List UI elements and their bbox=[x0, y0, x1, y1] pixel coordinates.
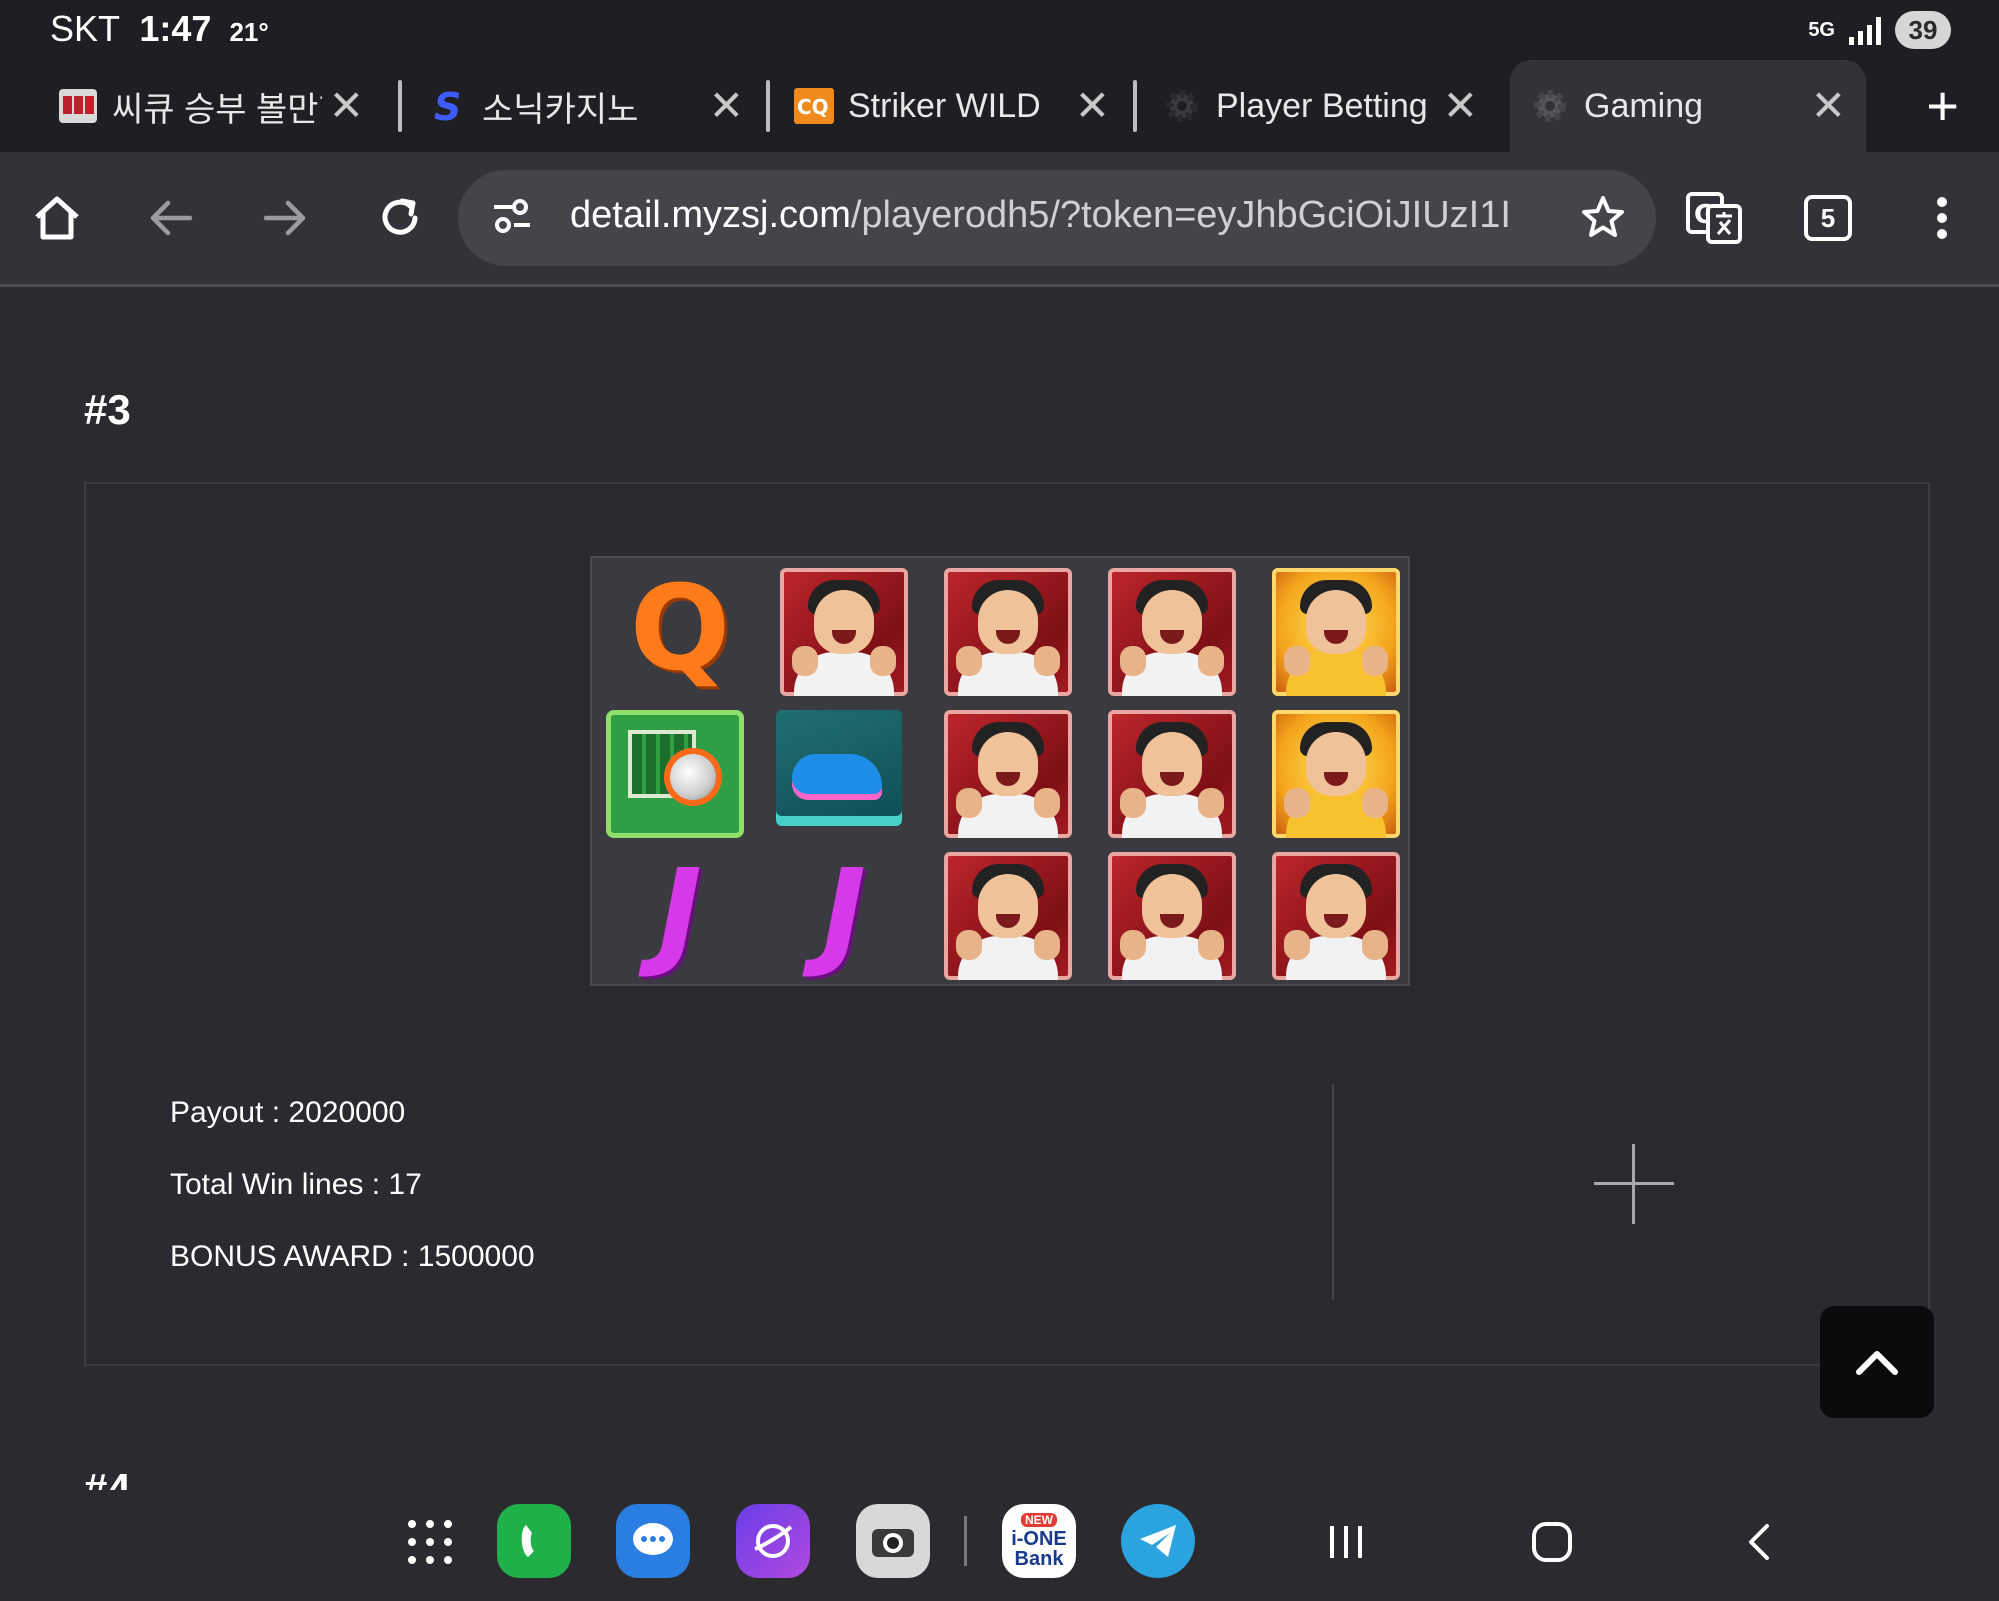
tab-gaming[interactable]: Gaming ✕ bbox=[1510, 60, 1866, 152]
tab-separator bbox=[766, 80, 770, 132]
i-one-bank-icon[interactable]: NEW i-ONE Bank bbox=[1002, 1504, 1076, 1578]
messages-icon[interactable] bbox=[616, 1504, 690, 1578]
toolbar-divider bbox=[0, 284, 1999, 287]
bank-label-1: i-ONE bbox=[1011, 1528, 1067, 1550]
clock: 1:47 bbox=[139, 8, 212, 49]
symbol-player-red bbox=[944, 710, 1072, 838]
tab-close-icon[interactable]: ✕ bbox=[1075, 82, 1110, 130]
symbol-player-red bbox=[944, 852, 1072, 980]
symbol-player-red bbox=[1108, 852, 1236, 980]
total-win-lines-text: Total Win lines : 17 bbox=[170, 1168, 422, 1201]
symbol-player-red bbox=[1108, 568, 1236, 696]
new-badge: NEW bbox=[1021, 1513, 1057, 1527]
symbol-j: J bbox=[658, 843, 702, 981]
svg-text:S: S bbox=[434, 86, 461, 126]
chevron-up-icon bbox=[1856, 1351, 1898, 1375]
battery-icon: 39 bbox=[1895, 11, 1951, 49]
symbol-q: Q bbox=[629, 559, 731, 697]
tab-label: Gaming bbox=[1584, 86, 1704, 125]
symbol-player-red bbox=[780, 568, 908, 696]
home-nav-icon[interactable] bbox=[1522, 1512, 1582, 1572]
camera-icon[interactable] bbox=[856, 1504, 930, 1578]
tab-close-icon[interactable]: ✕ bbox=[709, 82, 744, 130]
address-bar[interactable]: detail.myzsj.com/playerodh5/?token=eyJhb… bbox=[458, 170, 1656, 266]
bookmark-star-icon[interactable] bbox=[1580, 194, 1626, 245]
tab-ccq[interactable]: 씨큐 승부 볼만한 ✕ bbox=[58, 60, 378, 152]
tab-separator bbox=[1133, 80, 1137, 132]
recent-apps-icon[interactable] bbox=[1316, 1512, 1376, 1572]
payout-text: Payout : 2020000 bbox=[170, 1096, 406, 1129]
tab-switcher-button[interactable]: 5 bbox=[1798, 188, 1858, 248]
cq-icon: CQ bbox=[794, 86, 834, 126]
temperature: 21° bbox=[229, 17, 269, 47]
symbol-player-gold bbox=[1272, 710, 1400, 838]
svg-text:CQ: CQ bbox=[797, 95, 829, 119]
apps-grid-icon[interactable] bbox=[408, 1520, 452, 1564]
bank-label-2: Bank bbox=[1014, 1548, 1064, 1570]
symbol-player-gold bbox=[1272, 568, 1400, 696]
url-path: /playerodh5/?token=eyJhbGciOiJIUzI1I bbox=[850, 194, 1511, 236]
gear-icon bbox=[1530, 86, 1570, 126]
tab-count: 5 bbox=[1804, 195, 1852, 241]
taskbar: NEW i-ONE Bank bbox=[0, 1490, 1999, 1601]
tab-striker-wild[interactable]: CQ Striker WILD ✕ bbox=[794, 60, 1124, 152]
url-text[interactable]: detail.myzsj.com/playerodh5/?token=eyJhb… bbox=[570, 194, 1530, 237]
next-section-title: #4 bbox=[84, 1474, 131, 1490]
symbol-j: J bbox=[822, 843, 866, 981]
tab-label: 소닉카지노 bbox=[482, 90, 639, 129]
tab-label: Striker WILD bbox=[848, 86, 1041, 125]
reload-icon[interactable] bbox=[370, 188, 430, 248]
translate-icon[interactable]: G bbox=[1684, 188, 1744, 248]
home-icon[interactable] bbox=[27, 188, 87, 248]
tab-strip: 씨큐 승부 볼만한 ✕ S 소닉카지노 ✕ CQ Striker WILD ✕ … bbox=[0, 60, 1999, 152]
section-title: #3 bbox=[84, 386, 131, 433]
url-host: detail.myzsj.com bbox=[570, 194, 851, 236]
status-right: 5G 39 bbox=[1808, 10, 1951, 50]
tab-sonic-casino[interactable]: S 소닉카지노 ✕ bbox=[428, 60, 758, 152]
new-tab-button[interactable]: + bbox=[1926, 76, 1959, 136]
tab-close-icon[interactable]: ✕ bbox=[1811, 82, 1846, 130]
slot-machine-icon bbox=[58, 86, 98, 126]
vertical-divider bbox=[1332, 1084, 1334, 1300]
symbol-player-red bbox=[944, 568, 1072, 696]
tab-player-betting[interactable]: Player Betting ✕ bbox=[1162, 60, 1492, 152]
network-5g-icon: 5G bbox=[1808, 19, 1835, 41]
back-arrow-icon[interactable] bbox=[141, 188, 201, 248]
forward-arrow-icon[interactable] bbox=[255, 188, 315, 248]
status-left: SKT 1:47 21° bbox=[50, 8, 269, 50]
site-settings-icon[interactable] bbox=[490, 196, 534, 241]
browser-toolbar: detail.myzsj.com/playerodh5/?token=eyJhb… bbox=[0, 152, 1999, 284]
signal-icon bbox=[1849, 15, 1881, 45]
tab-label: Player Betting bbox=[1216, 86, 1426, 125]
status-bar: SKT 1:47 21° 5G 39 bbox=[0, 0, 1999, 60]
next-section-title-text: #4 bbox=[84, 1474, 131, 1490]
expand-plus-icon[interactable] bbox=[1594, 1144, 1674, 1224]
symbol-player-red bbox=[1108, 710, 1236, 838]
spin-result-card: Q J J Payout : 2020000 Total Win lines :… bbox=[84, 482, 1930, 1366]
scroll-to-top-button[interactable] bbox=[1820, 1306, 1934, 1418]
reel-grid: Q J J bbox=[590, 556, 1410, 986]
tab-close-icon[interactable]: ✕ bbox=[329, 82, 364, 130]
symbol-player-red bbox=[1272, 852, 1400, 980]
tab-separator bbox=[398, 80, 402, 132]
tab-close-icon[interactable]: ✕ bbox=[1443, 82, 1478, 130]
tab-label: 씨큐 승부 볼만한 bbox=[112, 90, 322, 129]
phone-icon[interactable] bbox=[497, 1504, 571, 1578]
more-menu-icon[interactable] bbox=[1912, 188, 1972, 248]
carrier-label: SKT bbox=[50, 8, 120, 49]
gear-icon bbox=[1162, 86, 1202, 126]
bonus-award-text: BONUS AWARD : 1500000 bbox=[170, 1240, 535, 1273]
internet-icon[interactable] bbox=[736, 1504, 810, 1578]
taskbar-separator bbox=[964, 1516, 967, 1566]
symbol-goal-ball bbox=[606, 710, 744, 838]
telegram-icon[interactable] bbox=[1121, 1504, 1195, 1578]
back-nav-icon[interactable] bbox=[1728, 1512, 1788, 1572]
symbol-boot bbox=[776, 710, 902, 826]
sonic-s-icon: S bbox=[428, 86, 468, 126]
